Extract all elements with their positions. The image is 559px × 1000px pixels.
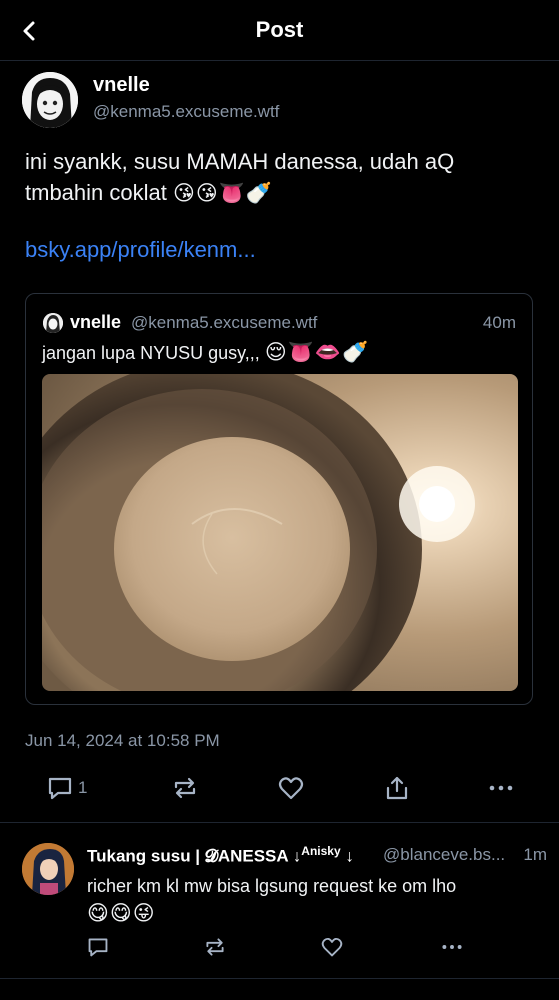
quote-time: 40m	[482, 313, 516, 332]
avatar-image	[22, 72, 78, 128]
like-icon	[321, 937, 343, 957]
reply-reply-button[interactable]	[86, 933, 110, 961]
like-button[interactable]	[277, 774, 305, 802]
reply-text: richer km kl mw bisa lgsung request ke o…	[87, 873, 537, 927]
post-link[interactable]: bsky.app/profile/kenm...	[25, 237, 256, 263]
top-bar: Post	[0, 0, 559, 61]
reply-emojis: 😋😋😜	[87, 902, 156, 925]
quoted-post[interactable]: vnelle @kenma5.excuseme.wtf 40m jangan l…	[25, 293, 533, 705]
more-icon	[442, 945, 462, 949]
share-icon	[386, 776, 408, 800]
post-text-line1: ini syankk, susu MAMAH danessa, udah aQ	[25, 149, 455, 174]
author-name[interactable]: vnelle	[93, 74, 150, 97]
reply-author-name-main: Tukang susu | 𝓓ANESSA ↓	[87, 846, 302, 866]
divider	[0, 978, 559, 979]
like-icon	[278, 777, 304, 800]
quote-text: jangan lupa NYUSU gusy,,, 😌👅👄🍼	[42, 340, 369, 365]
avatar[interactable]	[22, 72, 78, 128]
reply-icon	[48, 777, 72, 800]
post-timestamp: Jun 14, 2024 at 10:58 PM	[25, 731, 220, 750]
author-handle[interactable]: @kenma5.excuseme.wtf	[93, 102, 279, 122]
more-options-button[interactable]	[487, 774, 515, 802]
reply-action-bar	[0, 933, 559, 963]
glass-of-chocolate-milk-photo	[42, 374, 518, 691]
post-emojis: 😘😘👅🍼	[172, 182, 274, 205]
reply-author-handle[interactable]: @blanceve.bs...	[383, 845, 505, 865]
reply-avatar-image	[22, 843, 74, 895]
reply-more-button[interactable]	[440, 933, 464, 961]
repost-button[interactable]	[171, 774, 199, 802]
share-button[interactable]	[383, 774, 411, 802]
more-icon	[489, 785, 513, 791]
quote-text-words: jangan lupa NYUSU gusy,,,	[42, 343, 260, 363]
reply-icon	[88, 938, 108, 957]
reply-avatar[interactable]	[22, 843, 74, 895]
reply-like-button[interactable]	[320, 933, 344, 961]
reply-count: 1	[78, 778, 88, 797]
quote-avatar-image	[43, 313, 63, 333]
repost-icon	[174, 777, 196, 799]
divider	[0, 822, 559, 823]
reply-text-words: richer km kl mw bisa lgsung request ke o…	[87, 876, 457, 896]
post-text-line2: tmbahin coklat 😘😘👅🍼	[25, 177, 545, 209]
reply-repost-button[interactable]	[203, 933, 227, 961]
reply-time: 1m	[523, 845, 547, 864]
quote-author-name: vnelle	[70, 312, 122, 332]
post-text: ini syankk, susu MAMAH danessa, udah aQ …	[25, 146, 545, 209]
repost-icon	[206, 938, 224, 956]
reply-button[interactable]: 1	[46, 774, 87, 802]
reply-author-name-tail: ↓	[345, 846, 354, 866]
page-title: Post	[255, 17, 304, 42]
quote-emojis: 😌👅👄🍼	[264, 341, 370, 364]
quote-image[interactable]	[42, 374, 518, 691]
post-text-line2-words: tmbahin coklat	[25, 180, 167, 205]
quote-avatar	[43, 313, 63, 333]
reply-author-name-sup: Anisky	[301, 844, 341, 858]
reply-author-name[interactable]: Tukang susu | 𝓓ANESSA ↓Anisky ↓	[87, 844, 354, 867]
quote-author-handle: @kenma5.excuseme.wtf	[131, 313, 318, 332]
post-action-bar: 1	[0, 768, 559, 808]
